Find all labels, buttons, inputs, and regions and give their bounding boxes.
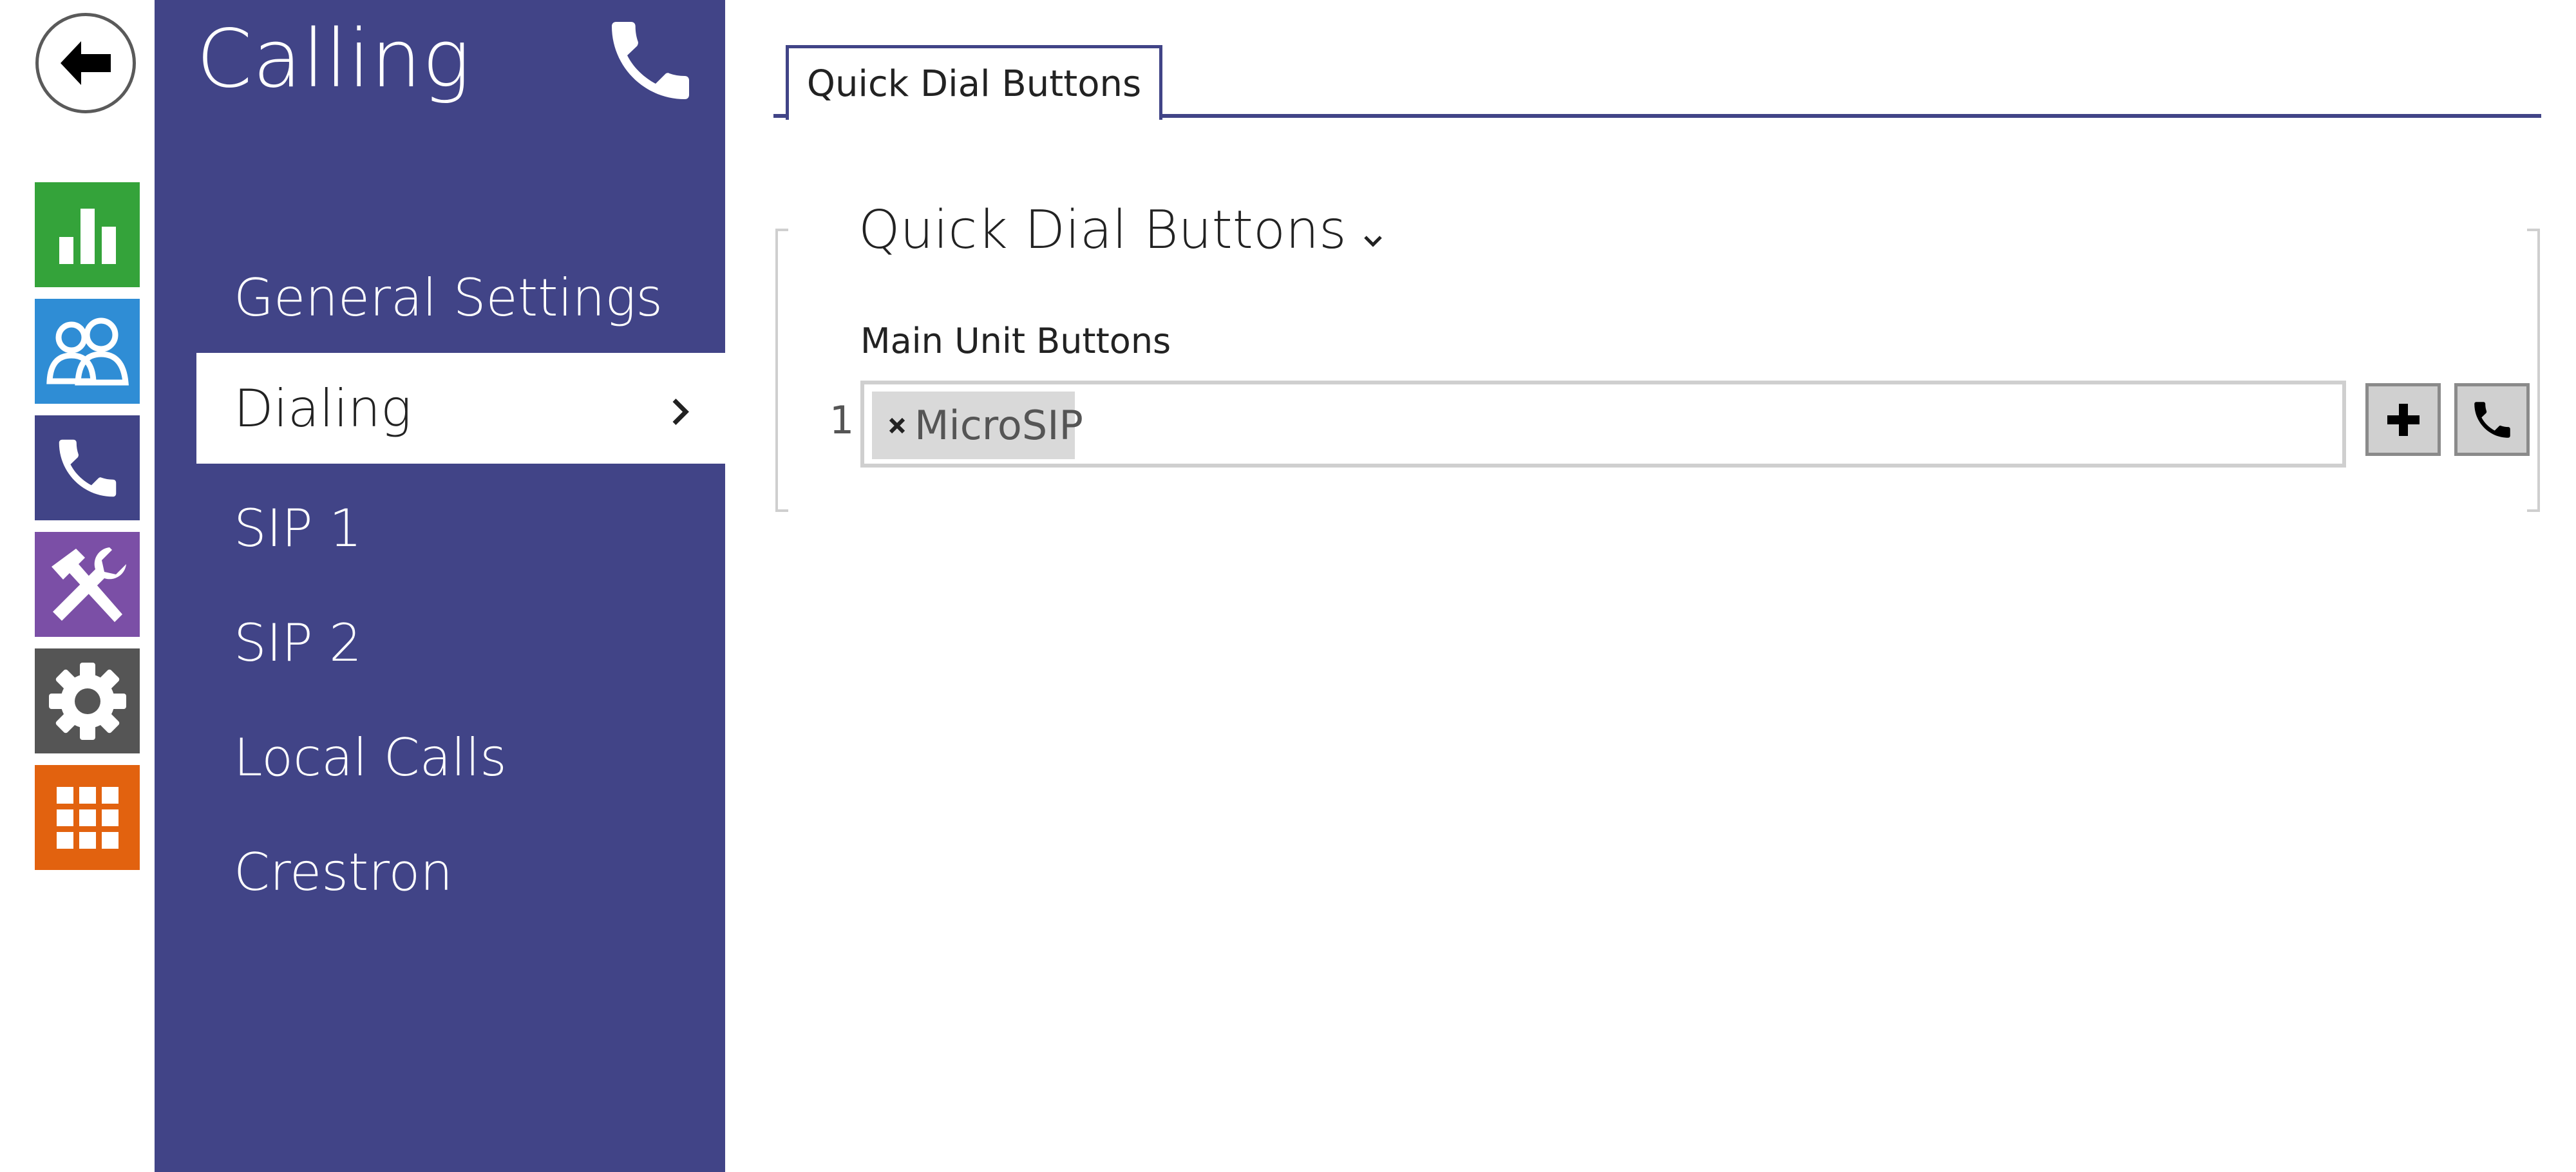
tab-quick-dial-buttons[interactable]: Quick Dial Buttons	[786, 45, 1162, 120]
users-icon	[46, 317, 129, 385]
nav-item-local-calls[interactable]: Local Calls	[196, 702, 725, 813]
nav-item-label: Local Calls	[234, 727, 507, 788]
nav-item-label: General Settings	[234, 267, 663, 328]
nav-title: Calling	[196, 13, 471, 106]
rail-hardware-tile[interactable]	[35, 532, 140, 637]
field-label-main-unit-buttons: Main Unit Buttons	[860, 321, 1171, 361]
quick-dial-tag-input[interactable]: MicroSIP	[860, 381, 2346, 468]
grid-icon	[56, 786, 118, 849]
main-content: Quick Dial Buttons	[725, 0, 2576, 1172]
add-button[interactable]	[2365, 383, 2441, 456]
call-button[interactable]	[2454, 383, 2530, 456]
chevron-down-icon	[1363, 200, 1383, 261]
phone-icon	[599, 9, 702, 115]
bar-chart-icon	[59, 208, 116, 264]
rail-system-tile[interactable]	[35, 648, 140, 753]
section-title-text: Quick Dial Buttons	[858, 200, 1347, 261]
back-button[interactable]	[35, 13, 136, 113]
nav-item-label: Dialing	[234, 378, 412, 439]
tag-chip: MicroSIP	[872, 392, 1083, 459]
app-rail	[0, 0, 155, 1172]
section-title[interactable]: Quick Dial Buttons	[858, 200, 1383, 261]
rail-services-tile[interactable]	[35, 765, 140, 870]
nav-item-crestron[interactable]: Crestron	[196, 817, 725, 927]
nav-item-label: SIP 1	[234, 498, 362, 558]
rail-directory-tile[interactable]	[35, 299, 140, 404]
nav-item-label: SIP 2	[234, 612, 362, 673]
rail-calling-tile[interactable]	[35, 415, 140, 520]
section-nav: Calling General Settings Dialing SIP 1 S…	[155, 0, 725, 1172]
chevron-right-icon	[672, 379, 690, 439]
arrow-left-icon	[61, 41, 111, 85]
nav-item-sip-2[interactable]: SIP 2	[196, 587, 725, 698]
quick-dial-section	[775, 228, 2540, 513]
nav-item-dialing[interactable]: Dialing	[196, 353, 725, 464]
row-index: 1	[829, 398, 855, 443]
section-bracket-right	[2537, 229, 2540, 512]
section-bracket-left	[775, 229, 778, 512]
nav-item-general-settings[interactable]: General Settings	[196, 242, 725, 353]
tag-label: MicroSIP	[914, 402, 1083, 449]
phone-icon	[59, 439, 116, 496]
nav-item-label: Crestron	[234, 842, 453, 902]
nav-item-sip-1[interactable]: SIP 1	[196, 473, 725, 583]
phone-icon	[2474, 401, 2510, 438]
tools-icon	[51, 547, 126, 622]
gear-icon	[48, 662, 126, 740]
remove-tag-icon[interactable]	[887, 416, 907, 435]
rail-status-tile[interactable]	[35, 182, 140, 287]
plus-icon	[2387, 403, 2420, 436]
